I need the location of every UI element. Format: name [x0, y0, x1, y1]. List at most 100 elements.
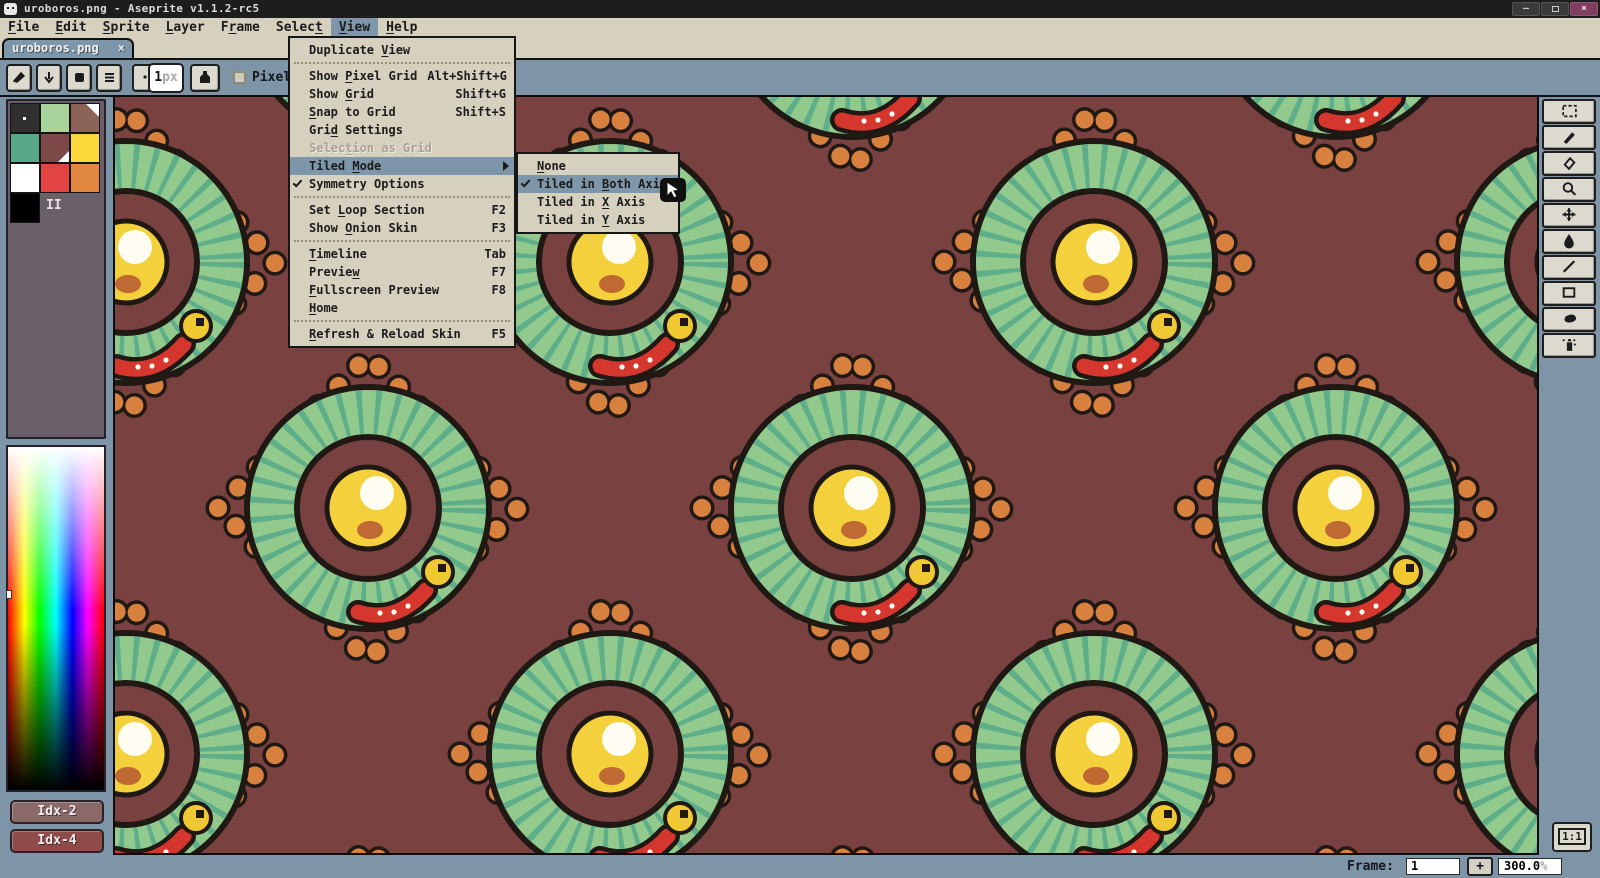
tab-uroboros[interactable]: uroboros.png ×	[2, 38, 134, 58]
background-color-button[interactable]: Idx-4	[10, 829, 104, 853]
contour-tool[interactable]	[1542, 307, 1596, 332]
menu-item-tiled-mode[interactable]: Tiled Mode	[290, 157, 514, 175]
menu-bar: FileEditSpriteLayer Frame SelectViewHelp	[0, 18, 1600, 38]
menubar-item-frame[interactable]: Frame	[213, 18, 268, 38]
one-to-one-zoom-button[interactable]: 1:1	[1552, 822, 1592, 852]
palette-swatch-2[interactable]	[70, 103, 100, 133]
palette-swatch-4[interactable]	[40, 133, 70, 163]
palette-swatch-6[interactable]	[10, 163, 40, 193]
view-menu-popup: Duplicate View Show Pixel Grid Alt+Shift+G…	[288, 36, 516, 348]
pixel-perfect-checkbox[interactable]	[233, 71, 246, 84]
menu-item-label: Tiled Mode	[309, 157, 381, 175]
rectangle-tool[interactable]	[1542, 281, 1596, 306]
menubar-item-select[interactable]: Select	[268, 18, 331, 38]
menu-item-shortcut: Tab	[484, 245, 506, 263]
submenu-item-tiled-x-axis[interactable]: Tiled in X Axis	[518, 193, 678, 211]
menu-item-label: Duplicate View	[309, 41, 410, 59]
menu-item-grid-settings[interactable]: Grid Settings	[290, 121, 514, 139]
mouse-cursor	[660, 178, 686, 206]
menu-item-symmetry-options[interactable]: Symmetry Options	[290, 175, 514, 193]
submenu-item-tiled-both[interactable]: Tiled in Both Axis	[518, 175, 678, 193]
menu-item-show-onion-skin[interactable]: Show Onion SkinF3	[290, 219, 514, 237]
menu-item-shortcut: Alt+Shift+G	[427, 67, 506, 85]
rectangle-icon	[1560, 284, 1578, 301]
minimize-button[interactable]: –	[1512, 2, 1540, 16]
blob-icon	[1560, 310, 1578, 327]
selected-color-dot	[23, 117, 26, 120]
frame-number-input[interactable]: 1	[1406, 858, 1460, 875]
checkmark-icon	[521, 177, 531, 187]
eraser-tool[interactable]	[1542, 151, 1596, 176]
palette-swatch-9[interactable]	[10, 193, 40, 223]
maximize-button[interactable]	[1541, 2, 1569, 16]
ink-bottle-icon[interactable]	[190, 64, 220, 92]
menu-separator	[294, 320, 510, 322]
menu-item-shortcut: F8	[492, 281, 506, 299]
menu-item-fullscreen-preview[interactable]: Fullscreen Preview F8	[290, 281, 514, 299]
menu-item-snap-to-grid[interactable]: Snap to GridShift+S	[290, 103, 514, 121]
move-tool[interactable]	[1542, 203, 1596, 228]
window-title: uroboros.png - Aseprite v1.1.2-rc5	[24, 2, 259, 15]
square-icon[interactable]	[66, 64, 92, 92]
menu-item-preview[interactable]: PreviewF7	[290, 263, 514, 281]
palette-swatch-1[interactable]	[40, 103, 70, 133]
eraser-icon	[1560, 154, 1578, 171]
aseprite-window: uroboros.png - Aseprite v1.1.2-rc5 – × F…	[0, 0, 1600, 878]
menu-item-duplicate-view[interactable]: Duplicate View	[290, 41, 514, 59]
menu-item-show-pixel-grid[interactable]: Show Pixel Grid Alt+Shift+G	[290, 67, 514, 85]
menu-item-refresh-reload-skin[interactable]: Refresh & Reload SkinF5	[290, 325, 514, 343]
pencil-tool[interactable]	[1542, 125, 1596, 150]
color-spectrum-picker[interactable]	[6, 445, 106, 792]
add-frame-button[interactable]: +	[1467, 857, 1493, 876]
foreground-color-button[interactable]: Idx-2	[10, 800, 104, 824]
submenu-item-tiled-y-axis[interactable]: Tiled in Y Axis	[518, 211, 678, 229]
menu-item-label: Set Loop Section	[309, 201, 425, 219]
tab-bar: uroboros.png ×	[0, 38, 1600, 58]
menubar-item-layer[interactable]: Layer	[158, 18, 213, 38]
brush-size-field[interactable]: 1px	[148, 63, 184, 93]
spectrum-marker[interactable]	[6, 590, 12, 599]
background-color-marker	[58, 151, 69, 162]
list-icon[interactable]	[96, 64, 122, 92]
marquee-tool[interactable]	[1542, 99, 1596, 124]
line-tool[interactable]	[1542, 255, 1596, 280]
spray-tool[interactable]	[1542, 333, 1596, 358]
palette-swatch-3[interactable]	[10, 133, 40, 163]
menubar-item-view[interactable]: View	[331, 18, 378, 38]
palette-swatch-5[interactable]	[70, 133, 100, 163]
app-icon	[4, 3, 17, 15]
tiled-mode-submenu: NoneTiled in Both AxisTiled in X AxisTil…	[516, 152, 680, 234]
submenu-arrow-icon	[503, 161, 509, 171]
menu-item-label: Show Pixel Grid	[309, 67, 417, 85]
tab-close-icon[interactable]: ×	[118, 40, 125, 56]
menu-item-selection-as-grid: Selection as Grid	[290, 139, 514, 157]
menu-item-label: Refresh & Reload Skin	[309, 325, 461, 343]
menu-item-label: Frame	[221, 20, 260, 35]
move-icon	[1560, 206, 1578, 223]
palette-swatch-7[interactable]	[40, 163, 70, 193]
menu-item-home[interactable]: Home	[290, 299, 514, 317]
menu-item-show-grid[interactable]: Show GridShift+G	[290, 85, 514, 103]
menu-item-label: Home	[309, 299, 338, 317]
menu-item-label: Grid Settings	[309, 121, 403, 139]
menu-item-shortcut: F3	[492, 219, 506, 237]
menu-item-set-loop-section[interactable]: Set Loop SectionF2	[290, 201, 514, 219]
close-button[interactable]: ×	[1570, 2, 1598, 16]
status-bar: Frame: 1 + 300.0%	[0, 856, 1600, 878]
menubar-item-sprite[interactable]: Sprite	[95, 18, 158, 38]
menu-item-label: Fullscreen Preview	[309, 281, 439, 299]
paint-bucket-tool[interactable]	[1542, 229, 1596, 254]
menu-item-label: Show Grid	[309, 85, 374, 103]
pencil-mini-icon[interactable]	[6, 64, 32, 92]
spray-icon	[1560, 336, 1578, 353]
menubar-item-help[interactable]: Help	[378, 18, 425, 38]
zoom-tool[interactable]	[1542, 177, 1596, 202]
arrow-down-icon[interactable]	[36, 64, 62, 92]
menubar-item-edit[interactable]: Edit	[47, 18, 94, 38]
palette-swatch-0[interactable]	[10, 103, 40, 133]
zoom-level-field[interactable]: 300.0%	[1498, 858, 1562, 875]
menubar-item-file[interactable]: File	[0, 18, 47, 38]
menu-item-timeline[interactable]: TimelineTab	[290, 245, 514, 263]
submenu-item-tiled-none[interactable]: None	[518, 157, 678, 175]
palette-swatch-8[interactable]	[70, 163, 100, 193]
